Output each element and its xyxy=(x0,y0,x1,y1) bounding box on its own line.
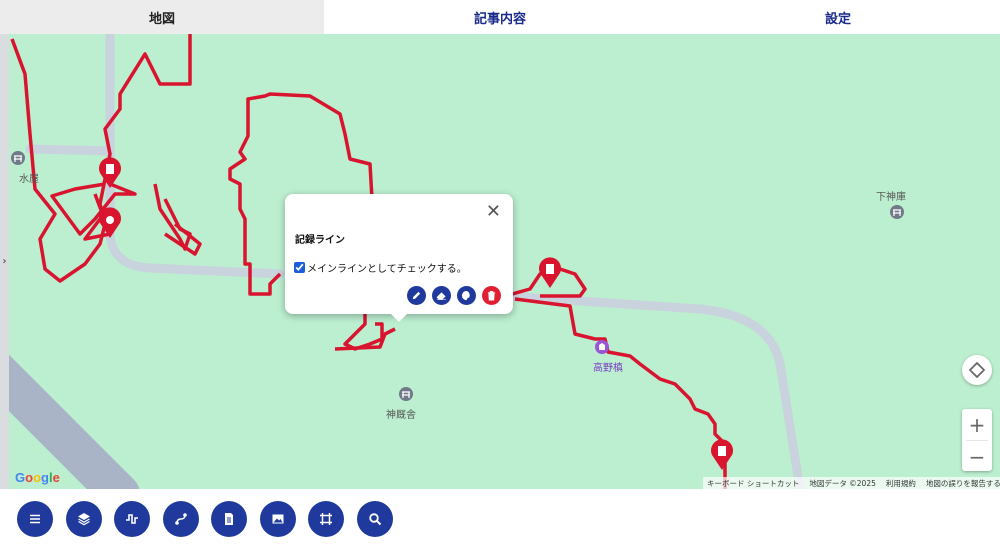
layers-button[interactable] xyxy=(66,501,102,537)
poi-icon-2 xyxy=(890,205,904,219)
erase-button[interactable] xyxy=(432,286,451,305)
line-icon xyxy=(126,514,138,524)
eraser-icon xyxy=(436,292,447,300)
main-line-checkbox-row[interactable]: メインラインとしてチェックする。 xyxy=(294,260,467,275)
document-icon xyxy=(225,513,233,525)
keyboard-shortcuts-link[interactable]: キーボード ショートカット xyxy=(707,478,799,489)
image-icon xyxy=(272,514,284,524)
zoom-in-button[interactable]: + xyxy=(962,409,992,440)
poi-icon-3 xyxy=(595,340,609,354)
route-button[interactable] xyxy=(163,501,199,537)
poi-label-shinkyusha: 神厩舎 xyxy=(386,410,416,421)
poi-label-mizuya: 水屋 xyxy=(19,174,39,185)
map-pan-control[interactable] xyxy=(962,355,992,385)
report-error-link[interactable]: 地図の誤りを報告する xyxy=(926,478,1000,489)
main-line-checkbox[interactable] xyxy=(294,262,305,273)
menu-icon xyxy=(30,514,40,524)
road-right xyxy=(500,291,805,489)
poi-icon-4 xyxy=(399,387,413,401)
tab-bar: 地図 記事内容 設定 xyxy=(0,0,1000,34)
zoom-out-button[interactable]: − xyxy=(962,441,992,472)
google-logo: Google xyxy=(15,470,60,485)
move-arrows-icon xyxy=(969,362,985,378)
image-button[interactable] xyxy=(260,501,296,537)
search-icon xyxy=(369,513,382,526)
route-icon xyxy=(175,513,187,525)
close-icon[interactable]: ✕ xyxy=(486,202,501,222)
menu-button[interactable] xyxy=(17,501,53,537)
poi-label-koyamaki: 高野槙 xyxy=(593,363,623,374)
crop-button[interactable] xyxy=(308,501,344,537)
palette-icon xyxy=(461,290,470,301)
map-data-text: 地図データ ©2025 xyxy=(809,478,876,488)
pencil-icon xyxy=(412,291,421,300)
line-button[interactable] xyxy=(114,501,150,537)
map-canvas[interactable]: › 水屋 下神庫 高野槙 神厩舎 ✕ 記録ライン メインラインとしてチェックする… xyxy=(0,34,1000,489)
document-button[interactable] xyxy=(211,501,247,537)
color-button[interactable] xyxy=(457,286,476,305)
popup-actions xyxy=(407,286,501,305)
bottom-toolbar xyxy=(0,489,1000,549)
terms-link[interactable]: 利用規約 xyxy=(886,478,916,489)
side-panel-toggle[interactable]: › xyxy=(0,34,9,489)
crop-icon xyxy=(320,513,332,525)
main-line-checkbox-label: メインラインとしてチェックする。 xyxy=(307,264,467,275)
edit-button[interactable] xyxy=(407,286,426,305)
chevron-right-icon: › xyxy=(2,256,7,267)
zoom-control: + − xyxy=(962,409,992,471)
road-branch xyxy=(25,144,115,156)
tab-article-content[interactable]: 記事内容 xyxy=(324,0,676,34)
layers-icon xyxy=(78,513,90,526)
map-attribution: キーボード ショートカット 地図データ ©2025 利用規約 地図の誤りを報告す… xyxy=(703,477,1000,489)
tab-map[interactable]: 地図 xyxy=(0,0,324,34)
trash-icon xyxy=(487,291,496,301)
delete-button[interactable] xyxy=(482,286,501,305)
search-button[interactable] xyxy=(357,501,393,537)
route-info-popup: ✕ 記録ライン メインラインとしてチェックする。 xyxy=(285,194,513,322)
tab-settings[interactable]: 設定 xyxy=(676,0,1000,34)
popup-title: 記録ライン xyxy=(295,235,345,246)
poi-icon-1 xyxy=(11,151,25,165)
poi-label-shimo-jinko: 下神庫 xyxy=(876,192,906,203)
